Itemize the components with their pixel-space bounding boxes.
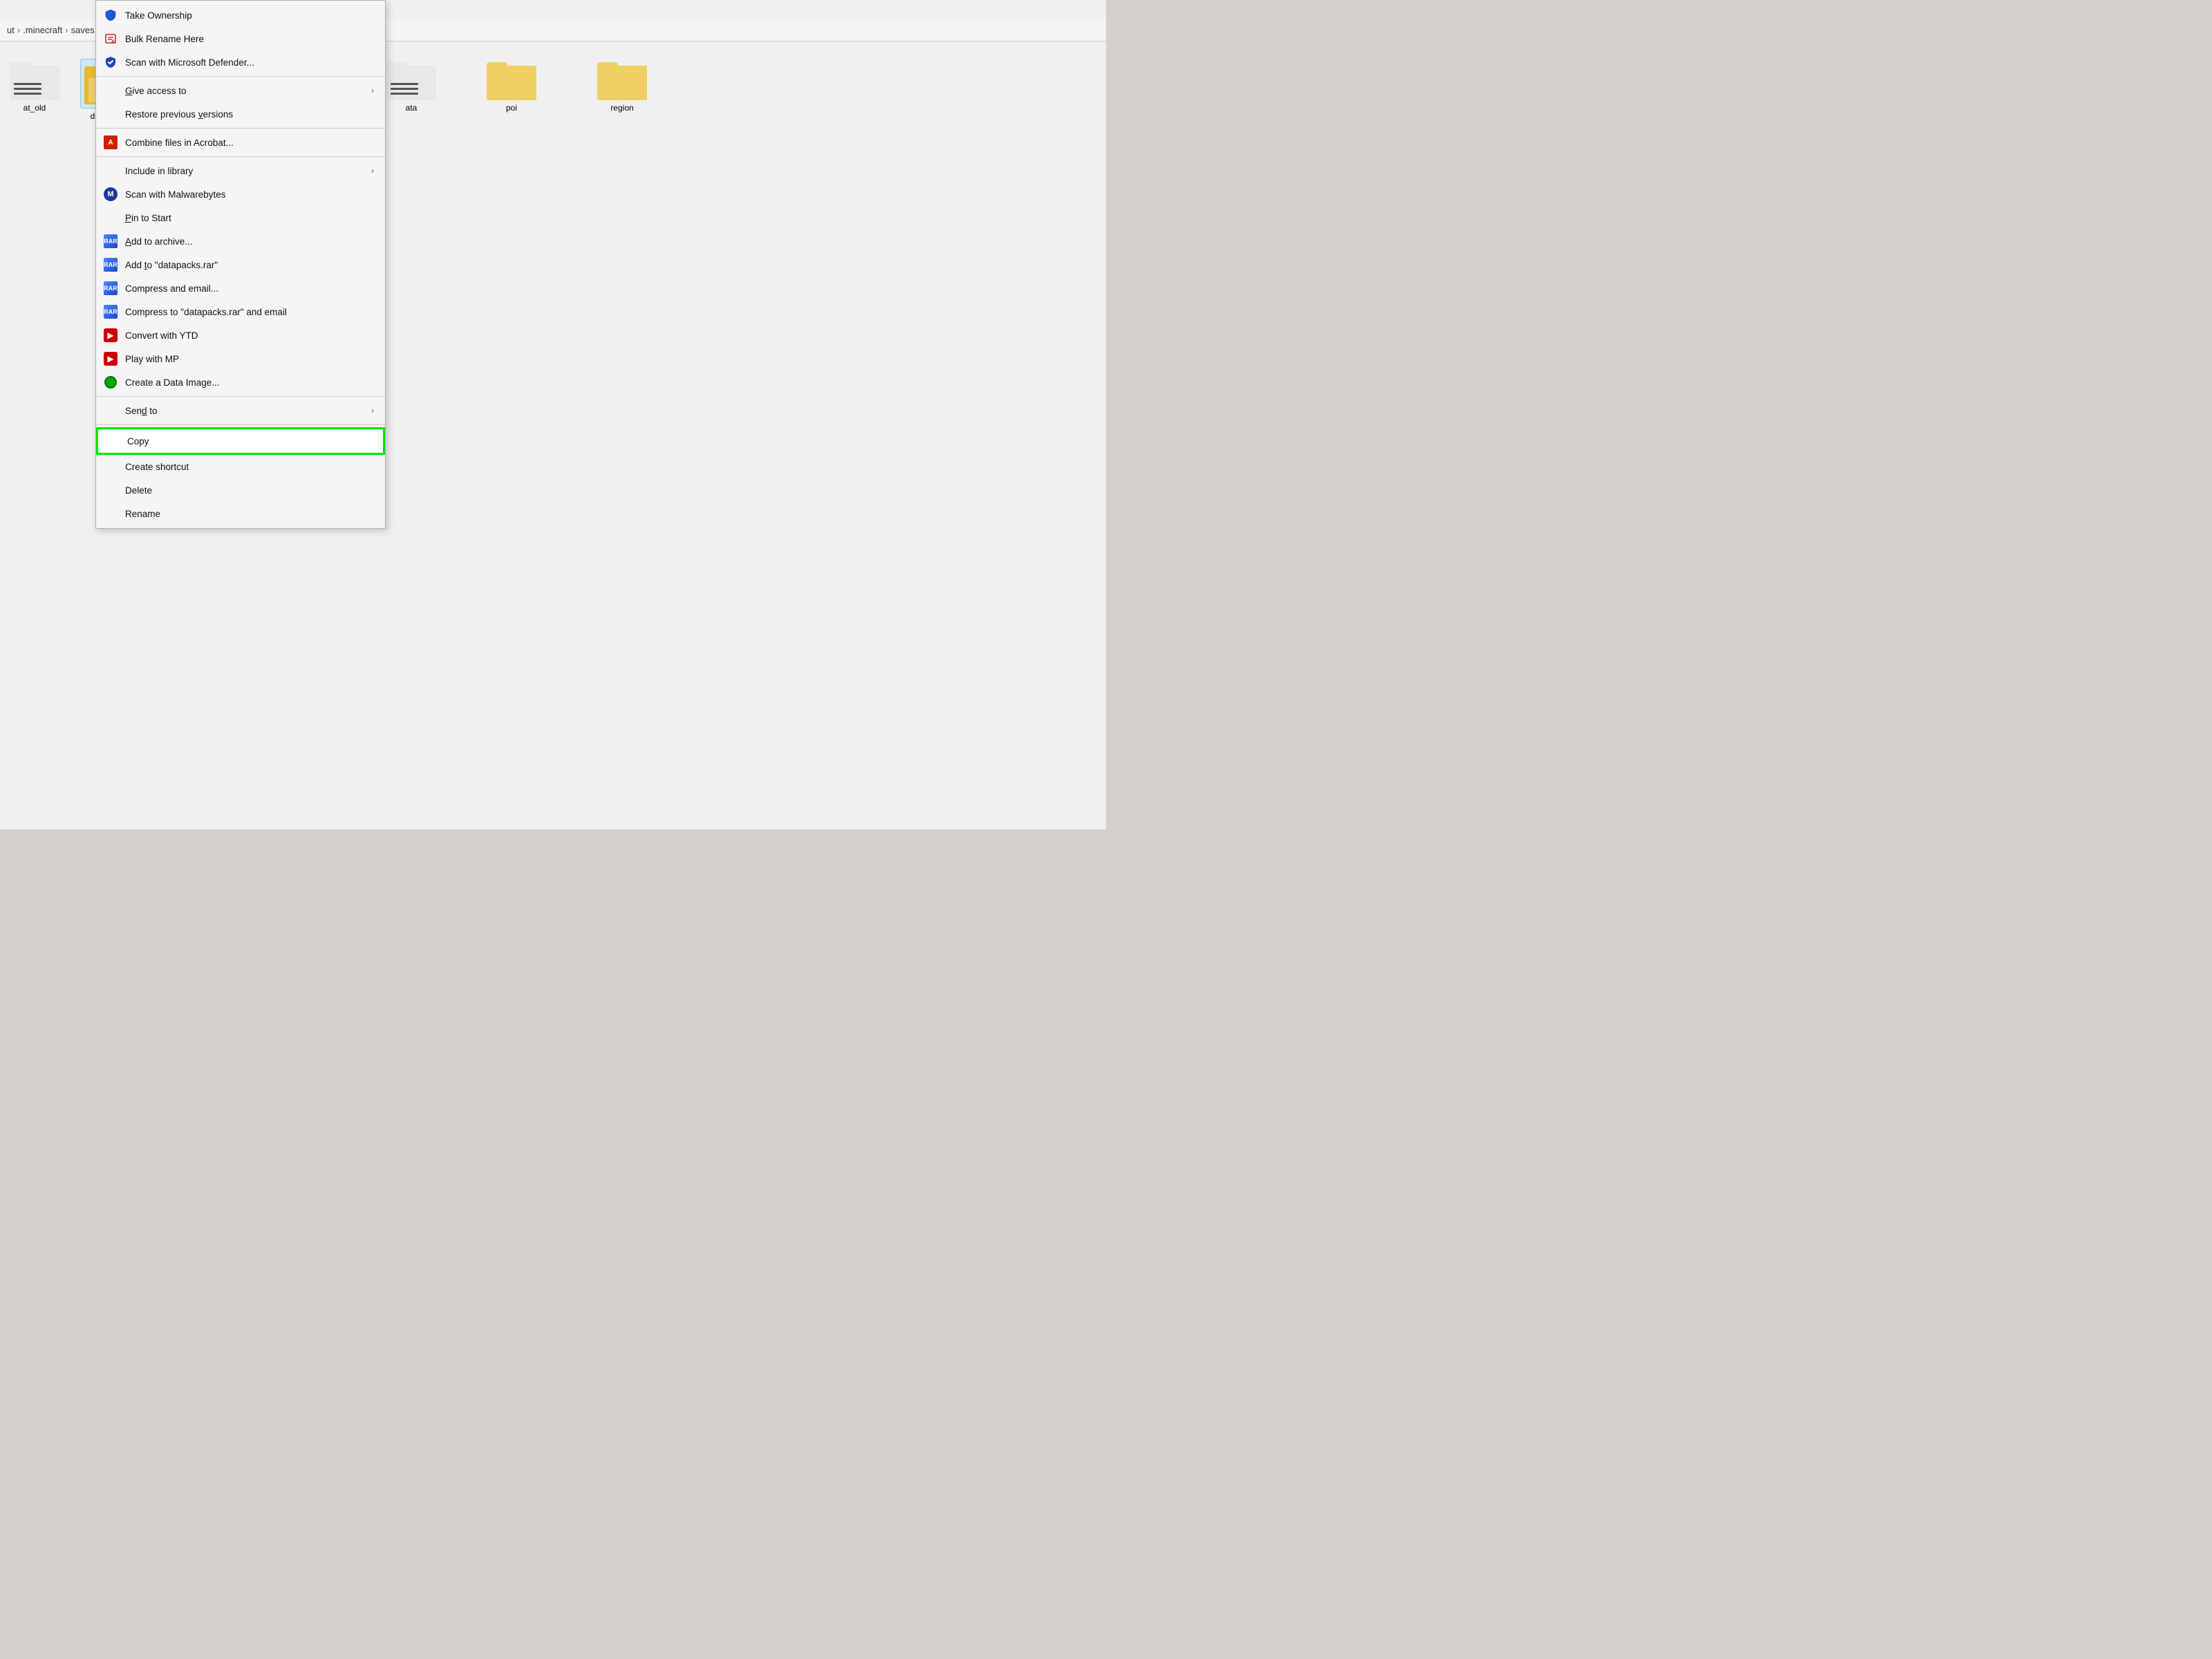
menu-item-pin-start[interactable]: Pin to Start <box>96 206 385 229</box>
compress-email-icon: RAR <box>103 281 118 296</box>
menu-item-play-mp[interactable]: ▶ Play with MP <box>96 347 385 371</box>
rename-label-icon <box>103 506 118 521</box>
play-mp-label: Play with MP <box>125 354 374 364</box>
folder-icon-ata <box>386 59 436 100</box>
copy-icon <box>105 433 120 449</box>
delete-label: Delete <box>125 485 374 496</box>
folder-icon-at-old <box>10 59 59 100</box>
compress-email-label: Compress and email... <box>125 283 374 294</box>
give-access-icon <box>103 83 118 98</box>
file-icon-region[interactable]: region <box>588 59 657 113</box>
menu-item-take-ownership[interactable]: Take Ownership <box>96 3 385 27</box>
restore-versions-label: Restore previous versions <box>125 109 374 120</box>
file-label-ata: ata <box>406 103 418 113</box>
bulk-rename-label: Bulk Rename Here <box>125 34 374 44</box>
rename-icon: A <box>103 31 118 46</box>
menu-item-compress-datapacks-email[interactable]: RAR Compress to "datapacks.rar" and emai… <box>96 300 385 324</box>
file-label-at-old: at_old <box>24 103 46 113</box>
include-library-label: Include in library <box>125 166 366 176</box>
menu-item-combine-acrobat[interactable]: A Combine files in Acrobat... <box>96 131 385 154</box>
breadcrumb-minecraft[interactable]: .minecraft <box>23 25 62 35</box>
menu-item-delete[interactable]: Delete <box>96 478 385 502</box>
menu-item-send-to[interactable]: Send to › <box>96 399 385 422</box>
menu-item-create-shortcut[interactable]: Create shortcut <box>96 455 385 478</box>
breadcrumb-saves[interactable]: saves <box>71 25 95 35</box>
separator-3 <box>96 156 385 157</box>
malwarebytes-icon: M <box>103 187 118 202</box>
file-label-poi: poi <box>506 103 517 113</box>
restore-versions-icon <box>103 106 118 122</box>
menu-item-create-data-image[interactable]: Create a Data Image... <box>96 371 385 394</box>
breadcrumb-separator2: › <box>65 25 68 35</box>
separator-1 <box>96 76 385 77</box>
menu-item-add-archive[interactable]: RAR Add to archive... <box>96 229 385 253</box>
rename-label: Rename <box>125 509 374 519</box>
menu-item-scan-defender[interactable]: Scan with Microsoft Defender... <box>96 50 385 74</box>
menu-item-add-datapacks-rar[interactable]: RAR Add to "datapacks.rar" <box>96 253 385 276</box>
compress-datapacks-email-icon: RAR <box>103 304 118 319</box>
svg-text:A: A <box>111 39 115 44</box>
ytd-icon: ▶ <box>103 328 118 343</box>
breadcrumb-partial: ut <box>7 25 15 35</box>
shield-icon <box>103 8 118 23</box>
breadcrumb-separator: › <box>17 25 20 35</box>
take-ownership-label: Take Ownership <box>125 10 374 21</box>
send-to-arrow: › <box>371 406 374 415</box>
file-icon-at-old[interactable]: at_old <box>0 59 69 113</box>
menu-item-bulk-rename[interactable]: A Bulk Rename Here <box>96 27 385 50</box>
add-archive-icon: RAR <box>103 234 118 249</box>
delete-icon <box>103 482 118 498</box>
menu-item-compress-email[interactable]: RAR Compress and email... <box>96 276 385 300</box>
scan-defender-label: Scan with Microsoft Defender... <box>125 57 374 68</box>
pin-start-icon <box>103 210 118 225</box>
separator-4 <box>96 396 385 397</box>
file-icon-ata[interactable]: ata <box>377 59 446 113</box>
add-archive-label: Add to archive... <box>125 236 374 247</box>
separator-5 <box>96 424 385 425</box>
send-to-icon <box>103 403 118 418</box>
folder-icon-poi <box>487 59 536 100</box>
give-access-arrow: › <box>371 86 374 95</box>
pin-start-label: Pin to Start <box>125 213 374 223</box>
play-mp-icon: ▶ <box>103 351 118 366</box>
give-access-label: Give access to <box>125 86 366 96</box>
menu-item-copy[interactable]: Copy <box>96 427 385 455</box>
menu-item-rename[interactable]: Rename <box>96 502 385 525</box>
folder-icon-region <box>597 59 647 100</box>
combine-acrobat-label: Combine files in Acrobat... <box>125 138 374 148</box>
menu-item-convert-ytd[interactable]: ▶ Convert with YTD <box>96 324 385 347</box>
copy-label: Copy <box>127 436 372 447</box>
compress-datapacks-email-label: Compress to "datapacks.rar" and email <box>125 307 374 317</box>
create-shortcut-label: Create shortcut <box>125 462 374 472</box>
menu-item-include-library[interactable]: Include in library › <box>96 159 385 182</box>
menu-item-give-access[interactable]: Give access to › <box>96 79 385 102</box>
send-to-label: Send to <box>125 406 366 416</box>
include-library-icon <box>103 163 118 178</box>
create-shortcut-icon <box>103 459 118 474</box>
defender-icon <box>103 55 118 70</box>
file-label-region: region <box>610 103 633 113</box>
menu-item-scan-malwarebytes[interactable]: M Scan with Malwarebytes <box>96 182 385 206</box>
add-datapacks-rar-label: Add to "datapacks.rar" <box>125 260 374 270</box>
acrobat-icon: A <box>103 135 118 150</box>
include-library-arrow: › <box>371 166 374 176</box>
separator-2 <box>96 128 385 129</box>
convert-ytd-label: Convert with YTD <box>125 330 374 341</box>
menu-item-restore-versions[interactable]: Restore previous versions <box>96 102 385 126</box>
data-image-icon <box>103 375 118 390</box>
file-icon-poi[interactable]: poi <box>477 59 546 113</box>
create-data-image-label: Create a Data Image... <box>125 377 374 388</box>
context-menu: Take Ownership A Bulk Rename Here Scan w… <box>95 0 386 529</box>
add-datapacks-rar-icon: RAR <box>103 257 118 272</box>
scan-malwarebytes-label: Scan with Malwarebytes <box>125 189 374 200</box>
